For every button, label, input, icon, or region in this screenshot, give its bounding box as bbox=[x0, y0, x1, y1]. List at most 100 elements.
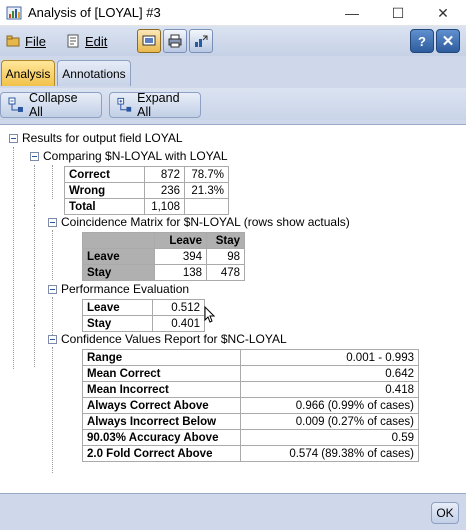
tree-node-performance[interactable]: Performance Evaluation bbox=[48, 282, 189, 296]
title-bar: Analysis of [LOYAL] #3 — ☐ ✕ bbox=[0, 0, 466, 26]
window-frame: File Edit ? ✕ Analysis Annotations Colla… bbox=[0, 26, 466, 530]
table-row: Stay 0.401 bbox=[82, 315, 205, 332]
table-cell: 1,108 bbox=[144, 198, 185, 215]
collapse-all-button[interactable]: Collapse All bbox=[0, 91, 102, 119]
close-window-button[interactable]: ✕ bbox=[420, 0, 466, 26]
maximize-button[interactable]: ☐ bbox=[375, 0, 421, 26]
table-row: Range 0.001 - 0.993 bbox=[82, 349, 419, 366]
expand-all-button[interactable]: Expand All bbox=[109, 91, 201, 119]
collapse-toggle-icon[interactable] bbox=[30, 151, 39, 161]
export-button[interactable] bbox=[189, 29, 213, 53]
table-row: Always Correct Above 0.966 (0.99% of cas… bbox=[82, 397, 419, 414]
table-row: Leave 394 98 bbox=[82, 248, 245, 265]
file-menu[interactable]: File bbox=[2, 30, 52, 52]
tree-node-coincidence[interactable]: Coincidence Matrix for $N-LOYAL (rows sh… bbox=[48, 215, 350, 229]
tree-line bbox=[52, 165, 53, 199]
tree-line bbox=[34, 165, 35, 205]
table-cell: 0.512 bbox=[152, 299, 205, 316]
maximize-icon: ☐ bbox=[391, 4, 405, 21]
table-row: Leave 0.512 bbox=[82, 299, 205, 316]
expand-all-label: Expand All bbox=[137, 91, 180, 119]
matrix-corner bbox=[82, 232, 155, 249]
table-row: 90.03% Accuracy Above 0.59 bbox=[82, 429, 419, 446]
table-cell: Total bbox=[64, 198, 145, 215]
table-cell: 78.7% bbox=[184, 166, 229, 183]
collapse-toggle-icon[interactable] bbox=[48, 284, 57, 294]
display-icon bbox=[142, 35, 156, 46]
table-row: Mean Correct 0.642 bbox=[82, 365, 419, 382]
tree-root-label: Results for output field LOYAL bbox=[22, 131, 183, 145]
table-cell: Range bbox=[82, 349, 241, 366]
file-menu-label: File bbox=[25, 33, 46, 49]
table-row: 2.0 Fold Correct Above 0.574 (89.38% of … bbox=[82, 445, 419, 462]
tab-annotations[interactable]: Annotations bbox=[57, 60, 131, 86]
performance-table: Leave 0.512 Stay 0.401 bbox=[82, 299, 205, 332]
table-cell: 0.401 bbox=[152, 315, 205, 332]
close-output-icon: ✕ bbox=[441, 33, 455, 50]
collapse-toggle-icon[interactable] bbox=[48, 217, 57, 227]
table-cell: Mean Correct bbox=[82, 365, 241, 382]
tree-line bbox=[34, 205, 35, 367]
window-title: Analysis of [LOYAL] #3 bbox=[28, 5, 161, 20]
coincidence-matrix: Leave Stay Leave 394 98 Stay 138 478 bbox=[82, 232, 245, 281]
edit-menu-label: Edit bbox=[85, 33, 108, 49]
tree-line bbox=[13, 147, 14, 369]
table-cell: 98 bbox=[206, 248, 245, 265]
table-cell: Mean Incorrect bbox=[82, 381, 241, 398]
collapse-icon bbox=[8, 97, 23, 112]
matrix-row-header: Stay bbox=[82, 264, 155, 281]
tree-line bbox=[52, 297, 53, 335]
matrix-col-header: Stay bbox=[206, 232, 245, 249]
tree-node-confidence[interactable]: Confidence Values Report for $NC-LOYAL bbox=[48, 332, 287, 346]
table-cell: 0.418 bbox=[240, 381, 419, 398]
table-cell: 872 bbox=[144, 166, 185, 183]
collapse-toggle-icon[interactable] bbox=[48, 334, 57, 344]
tab-annotations-label: Annotations bbox=[62, 66, 126, 81]
coincidence-label: Coincidence Matrix for $N-LOYAL (rows sh… bbox=[61, 215, 350, 229]
collapse-all-label: Collapse All bbox=[28, 91, 78, 119]
table-cell: 236 bbox=[144, 182, 185, 199]
table-row: Always Incorrect Below 0.009 (0.27% of c… bbox=[82, 413, 419, 430]
table-row: Correct 872 78.7% bbox=[64, 166, 229, 183]
minimize-icon: — bbox=[345, 5, 359, 21]
ok-button[interactable]: OK bbox=[431, 502, 459, 524]
edit-menu[interactable]: Edit bbox=[62, 30, 114, 52]
help-icon: ? bbox=[418, 33, 426, 49]
table-cell: Correct bbox=[64, 166, 145, 183]
table-cell: 90.03% Accuracy Above bbox=[82, 429, 241, 446]
table-cell: 0.574 (89.38% of cases) bbox=[240, 445, 419, 462]
results-panel[interactable]: Results for output field LOYAL Comparing… bbox=[0, 124, 466, 494]
matrix-row-header: Leave bbox=[82, 248, 155, 265]
comparing-label: Comparing $N-LOYAL with LOYAL bbox=[43, 149, 228, 163]
close-icon: ✕ bbox=[437, 4, 449, 21]
close-output-button[interactable]: ✕ bbox=[436, 29, 460, 53]
file-icon bbox=[6, 35, 20, 47]
collapse-toggle-icon[interactable] bbox=[9, 133, 18, 143]
print-icon bbox=[168, 34, 182, 48]
tree-node-comparing[interactable]: Comparing $N-LOYAL with LOYAL bbox=[30, 149, 228, 163]
table-cell: 394 bbox=[154, 248, 207, 265]
table-cell: 0.642 bbox=[240, 365, 419, 382]
confidence-label: Confidence Values Report for $NC-LOYAL bbox=[61, 332, 287, 346]
minimize-button[interactable]: — bbox=[329, 0, 375, 26]
help-button[interactable]: ? bbox=[410, 29, 434, 53]
table-cell: 138 bbox=[154, 264, 207, 281]
export-icon bbox=[195, 35, 208, 47]
print-button[interactable] bbox=[163, 29, 187, 53]
table-cell: 0.966 (0.99% of cases) bbox=[240, 397, 419, 414]
mouse-cursor-icon bbox=[204, 306, 216, 323]
table-cell: 2.0 Fold Correct Above bbox=[82, 445, 241, 462]
tab-analysis[interactable]: Analysis bbox=[1, 60, 55, 86]
table-cell: Always Incorrect Below bbox=[82, 413, 241, 430]
comparing-table: Correct 872 78.7% Wrong 236 21.3% Total … bbox=[64, 166, 229, 215]
table-row: Stay 138 478 bbox=[82, 264, 245, 281]
table-row: Leave Stay bbox=[82, 232, 245, 249]
table-cell: 0.001 - 0.993 bbox=[240, 349, 419, 366]
table-cell: 0.59 bbox=[240, 429, 419, 446]
table-row: Total 1,108 bbox=[64, 198, 229, 215]
table-cell: Always Correct Above bbox=[82, 397, 241, 414]
display-button[interactable] bbox=[137, 29, 161, 53]
tree-line bbox=[52, 230, 53, 280]
tree-root[interactable]: Results for output field LOYAL bbox=[9, 131, 183, 145]
confidence-table: Range 0.001 - 0.993 Mean Correct 0.642 M… bbox=[82, 349, 419, 462]
